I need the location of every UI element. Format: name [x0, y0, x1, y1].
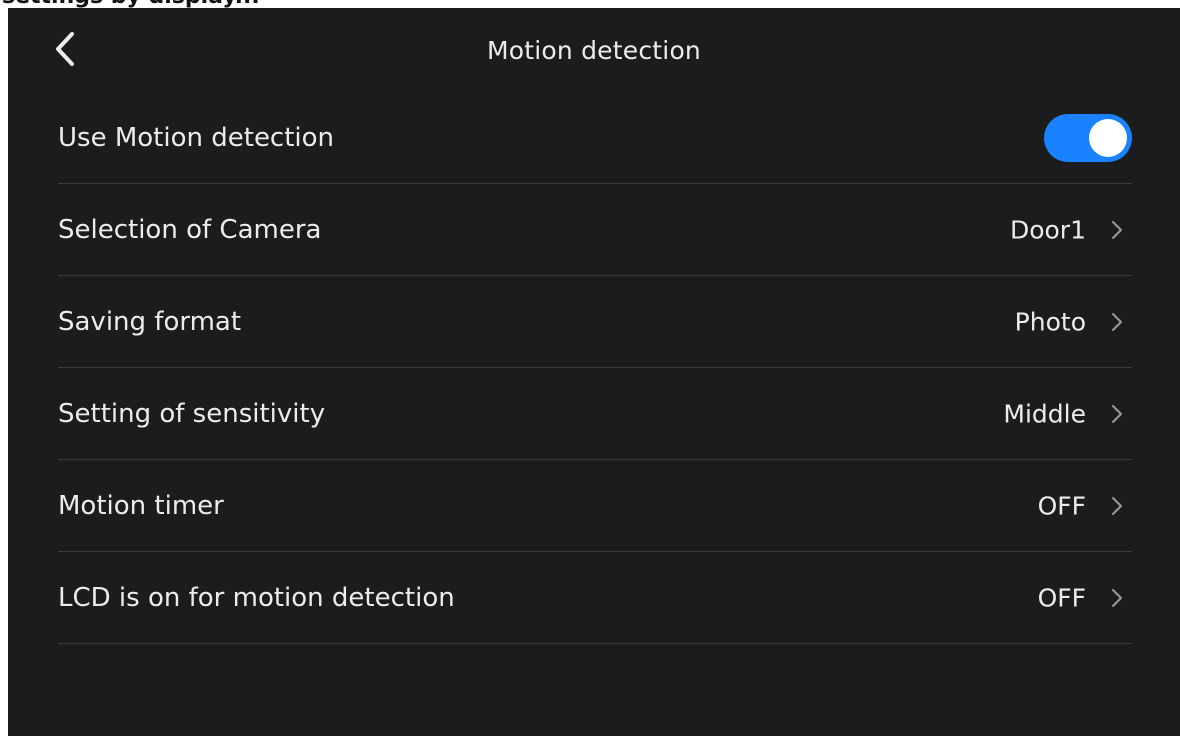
use-motion-detection-row[interactable]: Use Motion detection [58, 92, 1132, 184]
camera-value: Door1 [1009, 215, 1086, 244]
saving-format-label: Saving format [58, 306, 242, 337]
sensitivity-value: Middle [1003, 399, 1086, 428]
selection-of-camera-label: Selection of Camera [58, 214, 322, 245]
sensitivity-row[interactable]: Setting of sensitivity Middle [58, 368, 1132, 460]
motion-timer-row[interactable]: Motion timer OFF [58, 460, 1132, 552]
lcd-on-row[interactable]: LCD is on for motion detection OFF [58, 552, 1132, 644]
saving-format-row[interactable]: Saving format Photo [58, 276, 1132, 368]
chevron-right-icon [1110, 495, 1124, 517]
lcd-on-value: OFF [1037, 583, 1086, 612]
top-bar: Motion detection [8, 8, 1180, 98]
lcd-on-label: LCD is on for motion detection [58, 582, 455, 613]
chevron-right-icon [1110, 311, 1124, 333]
motion-timer-label: Motion timer [58, 490, 224, 521]
motion-detection-toggle[interactable] [1044, 113, 1132, 162]
chevron-right-icon [1110, 403, 1124, 425]
use-motion-detection-label: Use Motion detection [58, 122, 335, 153]
motion-timer-value: OFF [1037, 491, 1086, 520]
saving-format-value: Photo [1014, 307, 1086, 336]
sensitivity-label: Setting of sensitivity [58, 398, 326, 429]
toggle-knob [1089, 118, 1127, 157]
page-title: Motion detection [487, 36, 701, 65]
chevron-right-icon [1110, 587, 1124, 609]
motion-detection-screen: Motion detection Use Motion detection Se… [8, 8, 1180, 736]
chevron-right-icon [1110, 219, 1124, 241]
selection-of-camera-row[interactable]: Selection of Camera Door1 [58, 184, 1132, 276]
